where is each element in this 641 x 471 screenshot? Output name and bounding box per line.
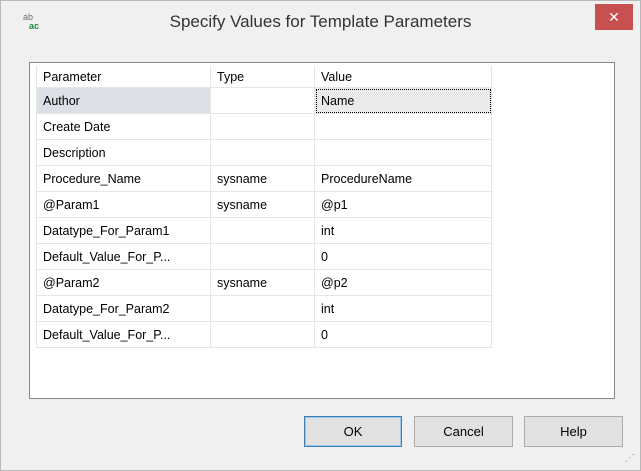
dialog-title: Specify Values for Template Parameters — [169, 12, 472, 31]
type-cell — [210, 113, 315, 140]
value-cell[interactable]: 0 — [314, 243, 492, 270]
table-row[interactable]: @Param2 sysname @p2 — [36, 269, 492, 296]
cancel-button[interactable]: Cancel — [414, 416, 513, 447]
value-cell[interactable]: Name — [314, 87, 492, 114]
parameters-grid-panel: Parameter Type Value Author Name Create … — [29, 62, 615, 399]
table-row[interactable]: Datatype_For_Param1 int — [36, 217, 492, 244]
parameter-cell[interactable]: @Param1 — [36, 191, 211, 218]
type-cell — [210, 243, 315, 270]
table-row[interactable]: Procedure_Name sysname ProcedureName — [36, 165, 492, 192]
ok-button[interactable]: OK — [304, 416, 402, 447]
parameter-cell[interactable]: @Param2 — [36, 269, 211, 296]
type-cell — [210, 87, 315, 114]
parameter-cell[interactable]: Default_Value_For_P... — [36, 321, 211, 348]
header-parameter[interactable]: Parameter — [36, 66, 211, 88]
parameter-cell[interactable]: Datatype_For_Param1 — [36, 217, 211, 244]
table-row[interactable]: Author Name — [36, 87, 492, 114]
type-cell — [210, 295, 315, 322]
table-row[interactable]: @Param1 sysname @p1 — [36, 191, 492, 218]
value-cell[interactable] — [314, 139, 492, 166]
table-row[interactable]: Datatype_For_Param2 int — [36, 295, 492, 322]
type-cell — [210, 217, 315, 244]
type-cell — [210, 321, 315, 348]
parameter-cell[interactable]: Create Date — [36, 113, 211, 140]
resize-grip-icon[interactable]: ⋰ — [625, 453, 637, 465]
dialog-window: ab ac Specify Values for Template Parame… — [0, 0, 641, 471]
title-bar[interactable]: ab ac Specify Values for Template Parame… — [1, 1, 640, 45]
close-button[interactable]: ✕ — [595, 4, 633, 30]
value-cell[interactable]: int — [314, 295, 492, 322]
close-icon: ✕ — [608, 9, 620, 25]
value-cell[interactable]: 0 — [314, 321, 492, 348]
type-cell: sysname — [210, 191, 315, 218]
help-button[interactable]: Help — [524, 416, 623, 447]
table-header-row: Parameter Type Value — [36, 66, 492, 88]
type-cell: sysname — [210, 165, 315, 192]
table-row[interactable]: Default_Value_For_P... 0 — [36, 321, 492, 348]
parameters-table: Parameter Type Value Author Name Create … — [36, 66, 492, 348]
value-cell[interactable]: ProcedureName — [314, 165, 492, 192]
parameter-cell[interactable]: Description — [36, 139, 211, 166]
table-row[interactable]: Description — [36, 139, 492, 166]
header-type[interactable]: Type — [210, 66, 315, 88]
type-cell: sysname — [210, 269, 315, 296]
parameter-cell[interactable]: Author — [36, 87, 211, 114]
parameter-cell[interactable]: Procedure_Name — [36, 165, 211, 192]
value-cell[interactable] — [314, 113, 492, 140]
table-row[interactable]: Create Date — [36, 113, 492, 140]
value-cell[interactable]: @p2 — [314, 269, 492, 296]
table-row[interactable]: Default_Value_For_P... 0 — [36, 243, 492, 270]
parameter-cell[interactable]: Default_Value_For_P... — [36, 243, 211, 270]
parameter-cell[interactable]: Datatype_For_Param2 — [36, 295, 211, 322]
header-value[interactable]: Value — [314, 66, 492, 88]
value-cell[interactable]: int — [314, 217, 492, 244]
value-cell[interactable]: @p1 — [314, 191, 492, 218]
type-cell — [210, 139, 315, 166]
